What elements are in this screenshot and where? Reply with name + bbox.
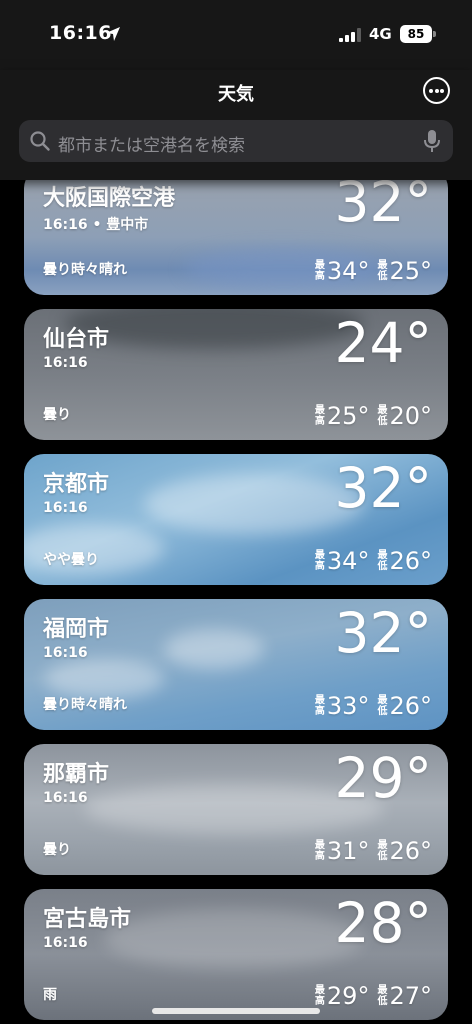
page-title: 天気 bbox=[218, 84, 254, 105]
low-label: 最低 bbox=[377, 695, 388, 717]
low-label: 最低 bbox=[377, 985, 388, 1007]
low-temperature: 26° bbox=[389, 547, 432, 575]
weather-condition: 曇り時々晴れ bbox=[43, 697, 127, 713]
city-name: 大阪国際空港 bbox=[43, 186, 176, 211]
high-temperature: 29° bbox=[326, 982, 370, 1010]
high-label: 最高 bbox=[314, 405, 325, 427]
cloud-shape bbox=[164, 629, 264, 669]
more-dot bbox=[440, 89, 444, 93]
more-options-button[interactable] bbox=[423, 77, 450, 104]
search-field[interactable]: 都市または空港名を検索 bbox=[19, 120, 453, 162]
high-label: 最高 bbox=[314, 550, 325, 572]
high-label: 最高 bbox=[314, 260, 325, 282]
location-arrow-icon bbox=[106, 27, 120, 41]
high-low: 最高 29° 最低 27° bbox=[315, 982, 432, 1010]
battery-tip bbox=[433, 31, 436, 37]
high-low: 最高 34° 最低 25° bbox=[315, 257, 432, 285]
city-local-time: 16:16 bbox=[43, 935, 88, 951]
status-time: 16:16 bbox=[49, 22, 112, 44]
low-temperature: 20° bbox=[389, 402, 432, 430]
status-bar: 16:16 4G 85 bbox=[0, 0, 472, 70]
battery-level: 85 bbox=[407, 27, 425, 41]
low-label: 最低 bbox=[377, 405, 388, 427]
city-card-miyakojima[interactable]: 宮古島市 16:16 28° 雨 最高 29° 最低 27° bbox=[24, 889, 448, 1020]
city-local-time: 16:16 bbox=[43, 645, 88, 661]
city-card-naha[interactable]: 那覇市 16:16 29° 曇り 最高 31° 最低 26° bbox=[24, 744, 448, 875]
low-temperature: 25° bbox=[389, 257, 432, 285]
weather-condition: 曇り時々晴れ bbox=[43, 262, 127, 278]
microphone-icon[interactable] bbox=[423, 129, 441, 153]
current-temperature: 28° bbox=[334, 891, 433, 955]
city-name: 京都市 bbox=[43, 472, 110, 497]
high-low: 最高 25° 最低 20° bbox=[315, 402, 432, 430]
city-card-kyoto[interactable]: 京都市 16:16 32° やや曇り 最高 34° 最低 26° bbox=[24, 454, 448, 585]
city-name: 仙台市 bbox=[43, 327, 110, 352]
low-label: 最低 bbox=[377, 550, 388, 572]
weather-condition: やや曇り bbox=[43, 552, 99, 568]
low-temperature: 27° bbox=[389, 982, 432, 1010]
high-low: 最高 33° 最低 26° bbox=[315, 692, 432, 720]
low-temperature: 26° bbox=[389, 692, 432, 720]
cloud-shape bbox=[144, 474, 364, 534]
high-temperature: 34° bbox=[326, 257, 370, 285]
low-label: 最低 bbox=[377, 840, 388, 862]
low-temperature: 26° bbox=[389, 837, 432, 865]
current-temperature: 32° bbox=[334, 456, 433, 520]
city-local-time: 16:16 bbox=[43, 500, 88, 516]
high-label: 最高 bbox=[314, 840, 325, 862]
search-icon bbox=[30, 131, 50, 151]
current-temperature: 32° bbox=[334, 601, 433, 665]
city-card-sendai[interactable]: 仙台市 16:16 24° 曇り 最高 25° 最低 20° bbox=[24, 309, 448, 440]
high-low: 最高 31° 最低 26° bbox=[315, 837, 432, 865]
high-temperature: 34° bbox=[326, 547, 370, 575]
city-card-osaka-airport[interactable]: 大阪国際空港 16:16 • 豊中市 32° 曇り時々晴れ 最高 34° 最低 … bbox=[24, 168, 448, 295]
weather-condition: 曇り bbox=[43, 407, 71, 423]
high-low: 最高 34° 最低 26° bbox=[315, 547, 432, 575]
high-temperature: 25° bbox=[326, 402, 370, 430]
nav-bar: 天気 都市または空港名を検索 bbox=[0, 70, 472, 180]
cellular-signal-icon bbox=[339, 28, 361, 42]
city-list: 大阪国際空港 16:16 • 豊中市 32° 曇り時々晴れ 最高 34° 最低 … bbox=[24, 168, 448, 1024]
high-temperature: 31° bbox=[326, 837, 370, 865]
high-label: 最高 bbox=[314, 695, 325, 717]
cloud-shape bbox=[104, 909, 364, 969]
city-name: 那覇市 bbox=[43, 762, 110, 787]
city-local-time: 16:16 • 豊中市 bbox=[43, 217, 149, 233]
weather-condition: 曇り bbox=[43, 842, 71, 858]
battery-icon: 85 bbox=[400, 25, 432, 43]
current-temperature: 29° bbox=[334, 746, 433, 810]
high-temperature: 33° bbox=[326, 692, 370, 720]
city-name: 宮古島市 bbox=[43, 907, 132, 932]
city-name: 福岡市 bbox=[43, 617, 110, 642]
city-local-time: 16:16 bbox=[43, 355, 88, 371]
cloud-shape bbox=[44, 659, 164, 699]
low-label: 最低 bbox=[377, 260, 388, 282]
weather-condition: 雨 bbox=[43, 987, 57, 1003]
more-dot bbox=[429, 89, 433, 93]
city-card-fukuoka[interactable]: 福岡市 16:16 32° 曇り時々晴れ 最高 33° 最低 26° bbox=[24, 599, 448, 730]
high-label: 最高 bbox=[314, 985, 325, 1007]
search-placeholder: 都市または空港名を検索 bbox=[58, 136, 245, 156]
current-temperature: 24° bbox=[334, 311, 433, 375]
city-local-time: 16:16 bbox=[43, 790, 88, 806]
network-type: 4G bbox=[369, 25, 392, 43]
more-dot bbox=[434, 89, 439, 93]
home-indicator[interactable] bbox=[152, 1008, 320, 1014]
